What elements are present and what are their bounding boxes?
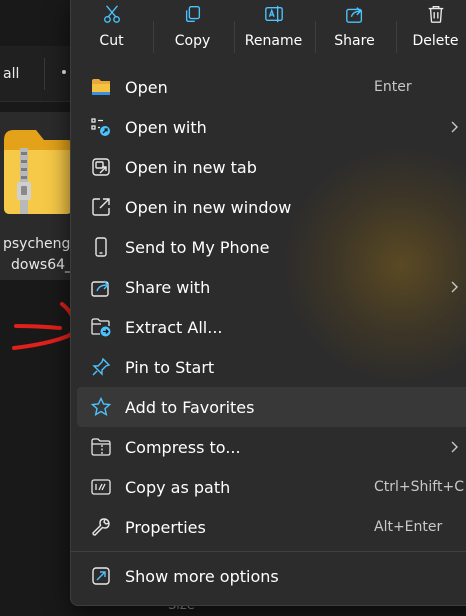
quick-divider: [153, 21, 154, 53]
copy-path-icon: [91, 479, 111, 495]
menu-item-label: Open: [125, 77, 168, 97]
rename-button[interactable]: Rename: [233, 1, 314, 61]
share-label: Share: [334, 33, 375, 49]
quick-divider: [396, 21, 397, 53]
chevron-right-icon: [451, 441, 458, 453]
phone-icon: [95, 237, 107, 257]
menu-item-open[interactable]: Open Enter: [77, 67, 466, 107]
menu-item-label: Pin to Start: [125, 357, 215, 377]
zip-folder-icon: [4, 130, 72, 214]
scissors-icon: [103, 5, 120, 23]
menu-item-share-with[interactable]: Share with: [77, 267, 466, 307]
copy-icon: [185, 6, 200, 22]
menu-item-label: Extract All...: [125, 317, 223, 337]
menu-item-add-to-favorites[interactable]: Add to Favorites: [77, 387, 466, 427]
wrench-icon: [92, 518, 110, 536]
menu-item-label: Open with: [125, 117, 207, 137]
star-icon: [91, 397, 111, 417]
menu-item-extract-all[interactable]: Extract All...: [77, 307, 466, 347]
menu-item-shortcut: Enter: [374, 79, 412, 95]
quick-divider: [234, 21, 235, 53]
file-name-line2: dows64_5: [11, 257, 73, 273]
menu-item-properties[interactable]: Properties Alt+Enter: [77, 507, 466, 547]
context-menu: Cut Copy Rename Share Delete Open Enter …: [70, 0, 466, 606]
menu-items: Open Enter Open with Open in new tab Ope…: [71, 67, 466, 596]
chevron-right-icon: [451, 281, 458, 293]
share-icon: [345, 7, 362, 23]
menu-item-send-to-phone[interactable]: Send to My Phone: [77, 227, 466, 267]
compress-icon: [91, 438, 111, 456]
menu-item-open-new-tab[interactable]: Open in new tab: [77, 147, 466, 187]
delete-button[interactable]: Delete: [395, 1, 466, 61]
menu-item-compress-to[interactable]: Compress to...: [77, 427, 466, 467]
menu-item-copy-as-path[interactable]: Copy as path Ctrl+Shift+C: [77, 467, 466, 507]
rename-icon: [264, 5, 283, 23]
share-button[interactable]: Share: [314, 1, 395, 61]
menu-item-label: Open in new tab: [125, 157, 257, 177]
menu-item-label: Compress to...: [125, 437, 241, 457]
menu-item-label: Open in new window: [125, 197, 292, 217]
rename-label: Rename: [244, 33, 303, 49]
toolbar-divider: [44, 58, 45, 90]
copy-button[interactable]: Copy: [152, 1, 233, 61]
select-all-label[interactable]: all: [3, 66, 19, 82]
menu-item-label: Share with: [125, 277, 211, 297]
trash-icon: [428, 6, 443, 23]
menu-item-open-new-window[interactable]: Open in new window: [77, 187, 466, 227]
menu-item-label: Properties: [125, 517, 206, 537]
chevron-right-icon: [451, 121, 458, 133]
menu-divider: [71, 551, 466, 552]
extract-icon: [91, 318, 111, 337]
menu-item-label: Add to Favorites: [125, 397, 255, 417]
menu-item-shortcut: Ctrl+Shift+C: [374, 479, 464, 495]
menu-item-shortcut: Alt+Enter: [374, 519, 443, 535]
new-tab-icon: [92, 158, 110, 176]
quick-divider: [315, 21, 316, 53]
pin-icon: [92, 357, 111, 376]
menu-item-label: Copy as path: [125, 477, 231, 497]
delete-label: Delete: [412, 33, 459, 49]
menu-item-label: Send to My Phone: [125, 237, 270, 257]
cut-button[interactable]: Cut: [71, 1, 152, 61]
menu-item-label: Show more options: [125, 566, 279, 586]
file-name-line1: psychengi: [3, 236, 73, 252]
quick-actions-bar: Cut Copy Rename Share Delete: [71, 1, 466, 61]
folder-icon: [92, 79, 110, 95]
more-icon[interactable]: [62, 70, 66, 74]
new-window-icon: [92, 198, 110, 216]
menu-item-open-with[interactable]: Open with: [77, 107, 466, 147]
open-with-icon: [91, 118, 110, 136]
menu-item-show-more-options[interactable]: Show more options: [77, 556, 466, 596]
share-with-icon: [91, 280, 109, 297]
more-options-icon: [92, 567, 110, 585]
cut-label: Cut: [99, 33, 124, 49]
copy-label: Copy: [174, 33, 211, 49]
menu-item-pin-to-start[interactable]: Pin to Start: [77, 347, 466, 387]
file-name: psychengi dows64_5: [3, 234, 73, 276]
